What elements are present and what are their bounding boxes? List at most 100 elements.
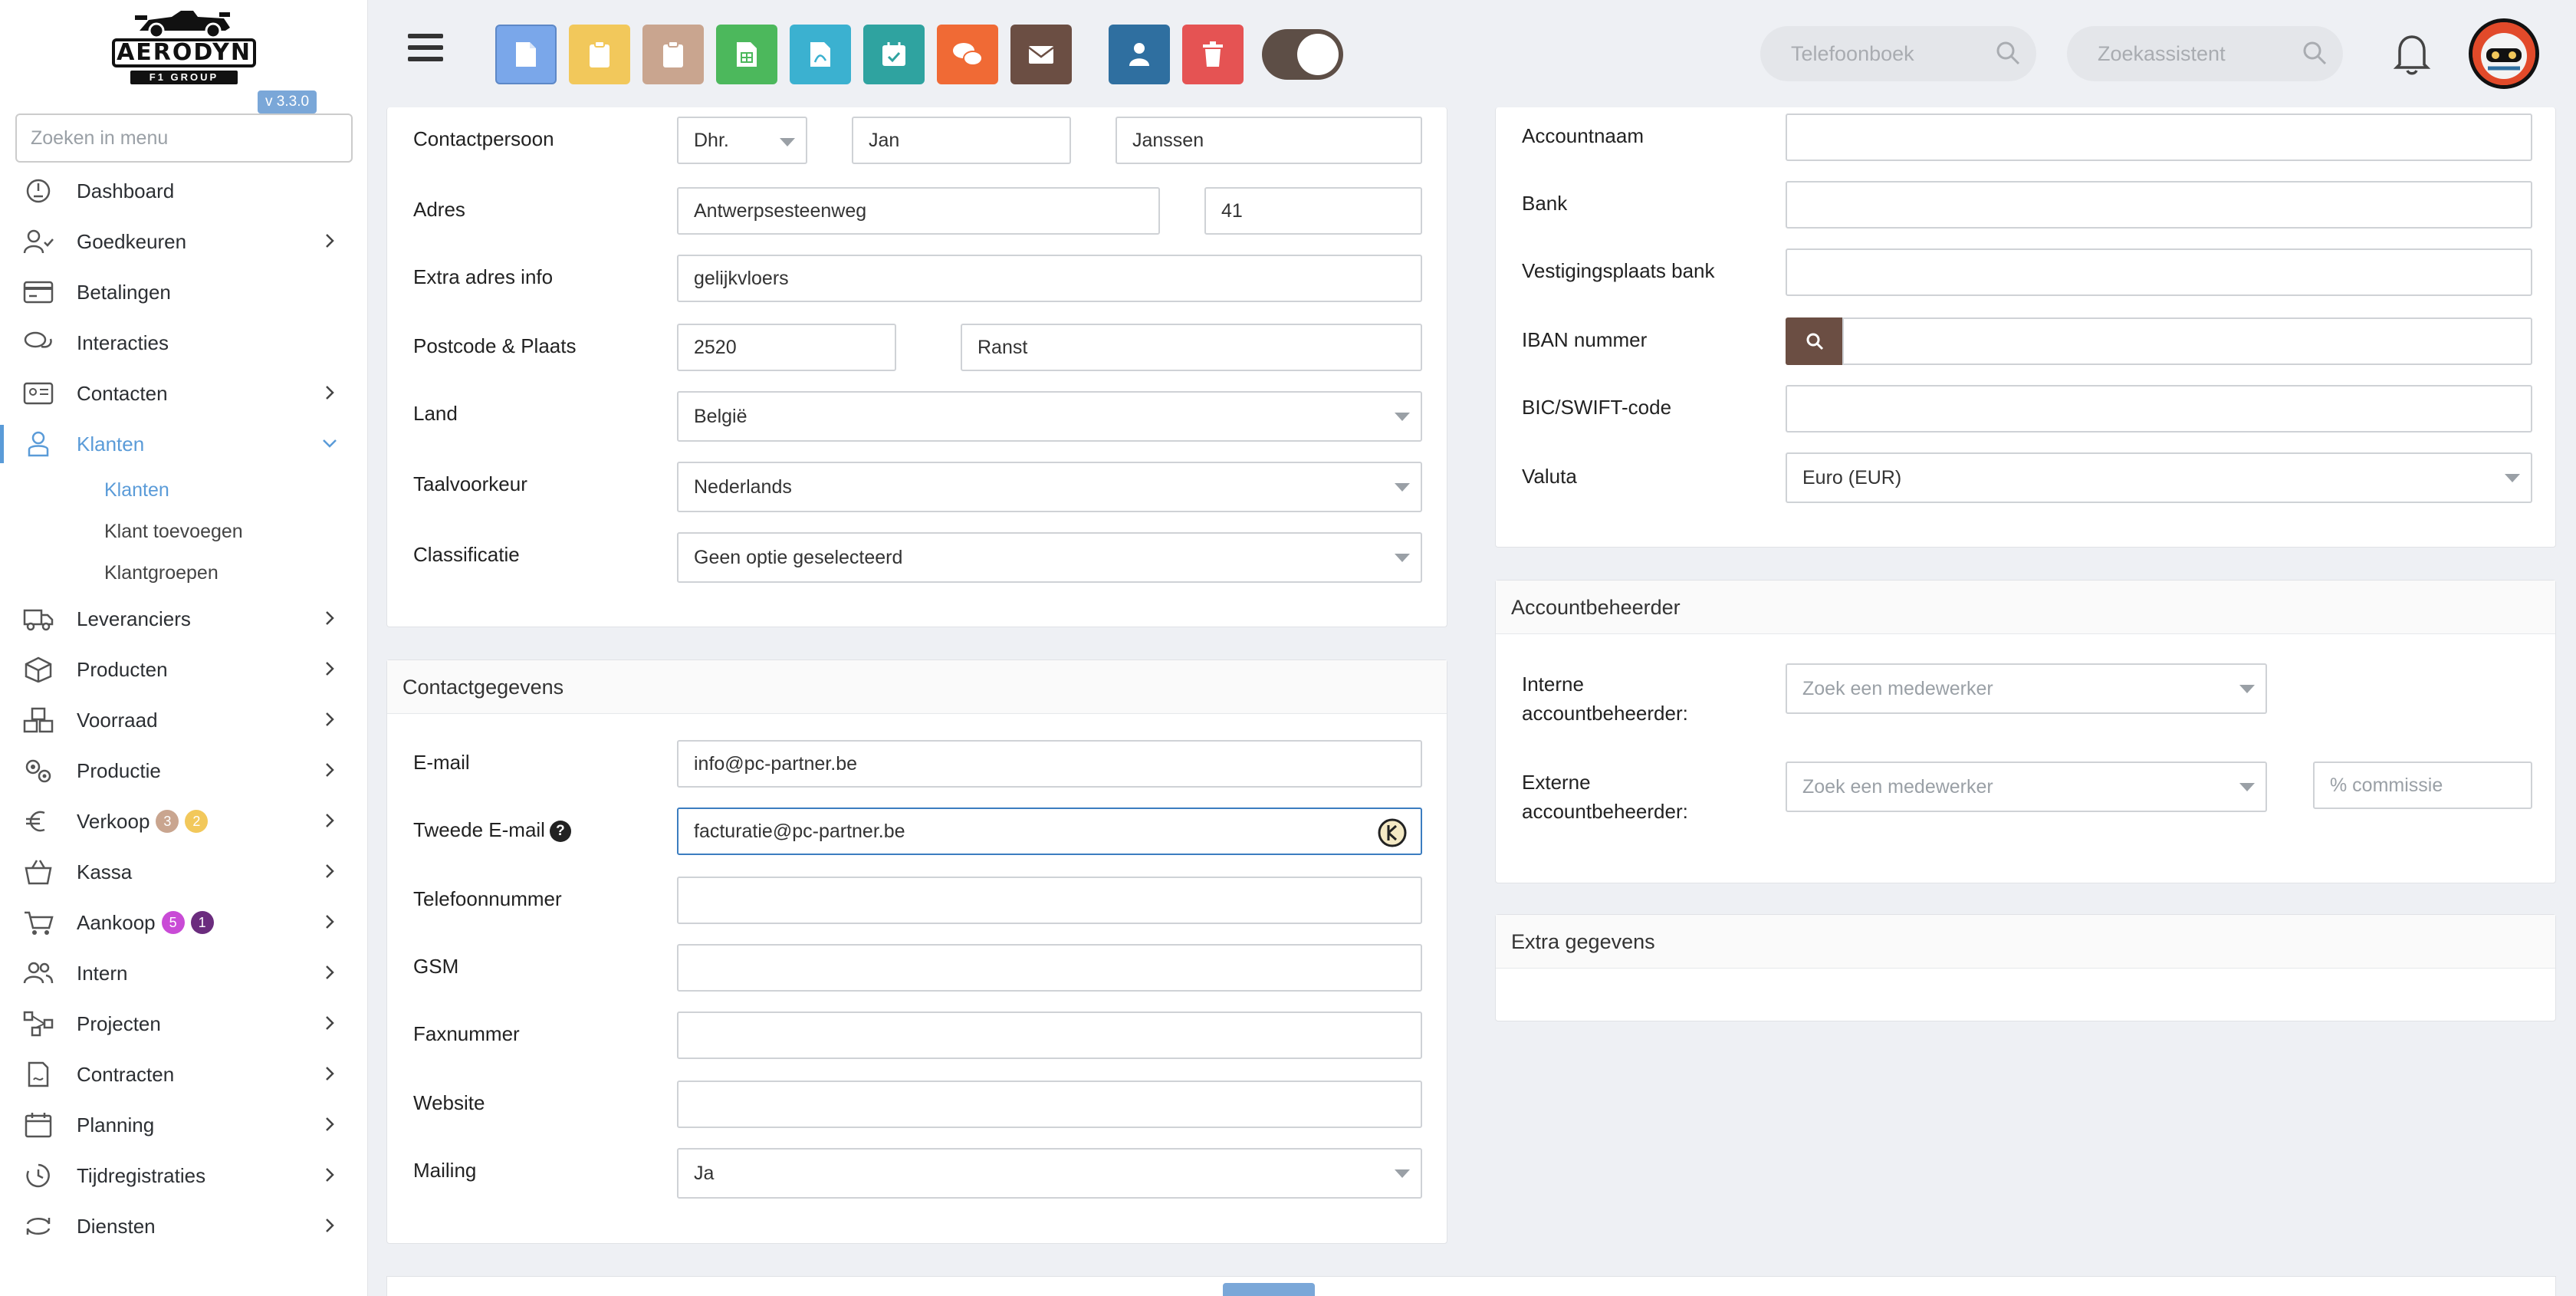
city-input[interactable]: Ranst xyxy=(961,324,1422,371)
iban-label: IBAN nummer xyxy=(1522,328,1648,351)
search-icon[interactable] xyxy=(2302,40,2328,66)
first-name-input[interactable]: Jan xyxy=(852,117,1071,164)
sidebar-item-verkoop[interactable]: Verkoop 3 2 xyxy=(0,796,367,847)
menu-search-input[interactable] xyxy=(15,113,353,163)
sidebar-item-label: Contacten xyxy=(77,381,168,405)
salutation-select[interactable]: Dhr. xyxy=(677,117,807,164)
clipboard-tan-button[interactable] xyxy=(642,25,704,84)
sidebar-item-label: Betalingen xyxy=(77,280,171,304)
sidebar-item-planning[interactable]: Planning xyxy=(0,1100,367,1150)
mailing-label: Mailing xyxy=(413,1159,477,1182)
sidebar-item-productie[interactable]: Productie xyxy=(0,745,367,796)
extra-address-input[interactable]: gelijkvloers xyxy=(677,255,1422,302)
country-select[interactable]: België xyxy=(677,391,1422,442)
company-logo[interactable]: AERODYN F1 GROUP xyxy=(107,3,261,87)
sidebar-item-contracten[interactable]: Contracten xyxy=(0,1049,367,1100)
mode-toggle-switch[interactable] xyxy=(1262,29,1343,80)
trash-button[interactable] xyxy=(1182,25,1244,84)
document-button[interactable] xyxy=(495,25,557,84)
pdf-button[interactable] xyxy=(790,25,851,84)
mail-button[interactable] xyxy=(1010,25,1072,84)
bic-input[interactable] xyxy=(1786,385,2532,433)
clipboard-yellow-button[interactable] xyxy=(569,25,630,84)
sidebar-subitem-klant-toevoegen[interactable]: Klant toevoegen xyxy=(0,511,367,552)
user-check-icon xyxy=(23,229,54,254)
mailing-select[interactable]: Ja xyxy=(677,1148,1422,1199)
chevron-right-icon xyxy=(326,814,334,827)
chat-button[interactable] xyxy=(937,25,998,84)
sidebar-item-tijdregistraties[interactable]: Tijdregistraties xyxy=(0,1150,367,1201)
bell-icon[interactable] xyxy=(2392,32,2432,75)
sidebar-item-label: Leveranciers xyxy=(77,607,191,630)
commission-input[interactable]: % commissie xyxy=(2313,761,2532,809)
chevron-right-icon xyxy=(326,763,334,777)
search-icon[interactable] xyxy=(1995,40,2021,66)
sidebar-item-leveranciers[interactable]: Leveranciers xyxy=(0,594,367,644)
phone-field[interactable] xyxy=(677,877,1422,924)
hamburger-menu-icon[interactable] xyxy=(408,34,443,64)
fax-field[interactable] xyxy=(677,1011,1422,1059)
spreadsheet-icon xyxy=(737,42,757,67)
email-field[interactable]: info@pc-partner.be xyxy=(677,740,1422,788)
sidebar-subitem-klantgroepen[interactable]: Klantgroepen xyxy=(0,552,367,594)
password-manager-icon[interactable] xyxy=(1378,818,1407,847)
bank-input[interactable] xyxy=(1786,181,2532,229)
sidebar-subitem-klanten[interactable]: Klanten xyxy=(0,469,367,511)
contact-panel-title: Contactgegevens xyxy=(387,660,1447,714)
sidebar-item-interacties[interactable]: Interacties xyxy=(0,317,367,368)
truck-icon xyxy=(23,609,54,631)
bottom-panel-tab[interactable] xyxy=(1223,1283,1315,1296)
postcode-plaats-label: Postcode & Plaats xyxy=(413,334,577,357)
help-icon[interactable]: ? xyxy=(549,821,571,843)
postcode-input[interactable]: 2520 xyxy=(677,324,896,371)
sidebar-item-dashboard[interactable]: Dashboard xyxy=(0,166,367,216)
clipboard-icon xyxy=(663,41,683,67)
iban-input[interactable] xyxy=(1842,317,2532,365)
chevron-right-icon xyxy=(326,712,334,726)
last-name-input[interactable]: Janssen xyxy=(1116,117,1422,164)
sidebar-item-intern[interactable]: Intern xyxy=(0,948,367,998)
sidebar-item-aankoop[interactable]: Aankoop 5 1 xyxy=(0,897,367,948)
gsm-field[interactable] xyxy=(677,944,1422,992)
chevron-down-icon xyxy=(323,439,337,448)
iban-search-button[interactable] xyxy=(1786,317,1844,365)
sidebar-item-projecten[interactable]: Projecten xyxy=(0,998,367,1049)
users-icon xyxy=(23,962,54,984)
sidebar-item-label: Productie xyxy=(77,758,161,782)
sidebar-item-contacten[interactable]: Contacten xyxy=(0,368,367,419)
user-avatar[interactable] xyxy=(2469,18,2539,89)
account-manager-panel: Accountbeheerder Interne accountbeheerde… xyxy=(1495,580,2556,883)
website-field[interactable] xyxy=(677,1081,1422,1128)
contract-icon xyxy=(28,1061,49,1087)
spreadsheet-button[interactable] xyxy=(716,25,777,84)
chevron-right-icon xyxy=(326,1067,334,1081)
sidebar-item-label: Tijdregistraties xyxy=(77,1163,206,1187)
house-number-input[interactable]: 41 xyxy=(1204,187,1422,235)
bank-panel: Accountnaam Bank Vestigingsplaats bank I… xyxy=(1495,107,2556,548)
sidebar: AERODYN F1 GROUP v 3.3.0 Dashboard Goedk… xyxy=(0,0,368,1296)
sidebar-item-diensten[interactable]: Diensten xyxy=(0,1201,367,1252)
classification-select[interactable]: Geen optie geselecteerd xyxy=(677,532,1422,583)
internal-manager-select[interactable]: Zoek een medewerker xyxy=(1786,663,2267,714)
chevron-right-icon xyxy=(326,234,334,248)
internal-manager-label-line1: Interne xyxy=(1522,673,1584,696)
bank-branch-input[interactable] xyxy=(1786,248,2532,296)
currency-select[interactable]: Euro (EUR) xyxy=(1786,452,2532,503)
chat-icon xyxy=(24,331,52,348)
chevron-right-icon xyxy=(326,611,334,625)
sidebar-item-producten[interactable]: Producten xyxy=(0,644,367,695)
bic-label: BIC/SWIFT-code xyxy=(1522,396,1672,419)
sidebar-item-voorraad[interactable]: Voorraad xyxy=(0,695,367,745)
account-name-input[interactable] xyxy=(1786,113,2532,161)
user-button[interactable] xyxy=(1109,25,1170,84)
second-email-field[interactable]: facturatie@pc-partner.be xyxy=(677,808,1422,855)
external-manager-select[interactable]: Zoek een medewerker xyxy=(1786,761,2267,812)
sidebar-item-kassa[interactable]: Kassa xyxy=(0,847,367,897)
sidebar-item-betalingen[interactable]: Betalingen xyxy=(0,267,367,317)
language-select[interactable]: Nederlands xyxy=(677,462,1422,512)
street-input[interactable]: Antwerpsesteenweg xyxy=(677,187,1160,235)
calendar-check-button[interactable] xyxy=(863,25,925,84)
sidebar-item-klanten[interactable]: Klanten xyxy=(0,419,367,469)
sidebar-item-label: Dashboard xyxy=(77,179,175,202)
sidebar-item-goedkeuren[interactable]: Goedkeuren xyxy=(0,216,367,267)
